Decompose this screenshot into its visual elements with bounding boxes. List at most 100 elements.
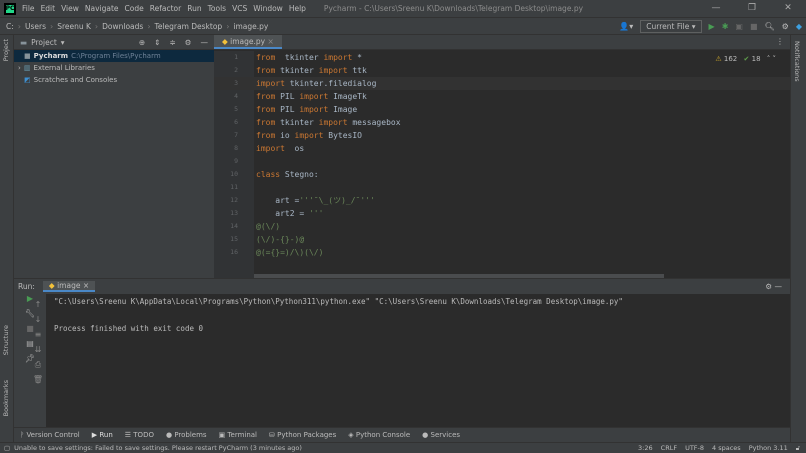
tool-window-icon: ⛁ xyxy=(269,431,278,439)
inspections-widget[interactable]: ⚠ 162 ✔ 18 ˄ ˅ xyxy=(715,55,776,63)
code-token: * xyxy=(352,53,362,62)
tool-window-terminal[interactable]: ▣ Terminal xyxy=(219,431,257,439)
structure-tool-button[interactable]: Structure xyxy=(2,325,10,355)
code-line[interactable]: 12 art ='''¯\_(ツ)_/¯''' xyxy=(214,194,790,207)
breadcrumb-item[interactable]: Sreenu K xyxy=(57,22,91,31)
search-icon[interactable]: 🔍︎ xyxy=(765,22,775,31)
up-arrow-icon[interactable]: ↑ xyxy=(32,297,44,312)
code-token: PIL xyxy=(275,92,300,101)
code-line[interactable]: 6 from tkinter import messagebox xyxy=(214,116,790,129)
tool-window-python-console[interactable]: ◈ Python Console xyxy=(348,431,410,439)
menu-refactor[interactable]: Refactor xyxy=(150,4,181,13)
maximize-button[interactable]: ❐ xyxy=(734,0,770,17)
tool-window-services[interactable]: ● Services xyxy=(422,431,460,439)
code-line[interactable]: 4 from PIL import ImageTk xyxy=(214,90,790,103)
gear-icon[interactable]: ⚙ xyxy=(185,38,192,47)
code-line[interactable]: 13 art2 = ''' xyxy=(214,207,790,220)
code-line[interactable]: 9 xyxy=(214,155,790,168)
gear-icon[interactable]: ⚙ — xyxy=(765,282,790,291)
breadcrumb-item[interactable]: Users xyxy=(25,22,46,31)
code-line[interactable]: 2 from tkinter import ttk xyxy=(214,64,790,77)
close-tab-icon[interactable]: × xyxy=(268,37,274,46)
code-line[interactable]: 7 from io import BytesIO xyxy=(214,129,790,142)
minimize-button[interactable]: — xyxy=(698,0,734,17)
tool-window-label: Python Console xyxy=(355,431,411,439)
run-config-select[interactable]: Current File ▾ xyxy=(640,20,702,33)
line-separator[interactable]: CRLF xyxy=(661,444,677,453)
breadcrumb-item[interactable]: Downloads xyxy=(102,22,143,31)
more-icon[interactable]: ⋮ xyxy=(776,35,790,49)
trash-icon[interactable]: 🗑︎ xyxy=(32,372,44,387)
menu-edit[interactable]: Edit xyxy=(41,4,56,13)
tab-image-py[interactable]: ◆ image.py × xyxy=(214,35,282,49)
tool-window-todo[interactable]: ☰ TODO xyxy=(125,431,154,439)
chevron-right-icon[interactable]: › xyxy=(18,64,21,72)
code-line[interactable]: 15 (\/)-{}-)@ xyxy=(214,233,790,246)
hide-icon[interactable]: — xyxy=(201,38,209,47)
code-line[interactable]: 1 from tkinter import * xyxy=(214,51,790,64)
lock-icon[interactable]: 🔓︎ xyxy=(796,444,800,453)
down-arrow-icon[interactable]: ↓ xyxy=(32,312,44,327)
project-view-select[interactable]: Project xyxy=(31,38,57,47)
library-icon: ▥ xyxy=(23,64,31,72)
menu-tools[interactable]: Tools xyxy=(208,4,226,13)
tree-item-pycharm[interactable]: ■ Pycharm C:\Program Files\Pycharm xyxy=(14,50,214,62)
breadcrumb-item[interactable]: Telegram Desktop xyxy=(155,22,223,31)
tool-window-run[interactable]: ▶ Run xyxy=(92,431,113,439)
code-line[interactable]: 8 import os xyxy=(214,142,790,155)
bookmarks-tool-button[interactable]: Bookmarks xyxy=(2,380,10,416)
interpreter[interactable]: Python 3.11 xyxy=(749,444,788,453)
close-button[interactable]: ✕ xyxy=(770,0,806,17)
caret-position[interactable]: 3:26 xyxy=(638,444,653,453)
collapse-all-icon[interactable]: ≑ xyxy=(169,38,175,47)
line-number: 15 xyxy=(230,235,238,243)
coverage-icon[interactable]: ▣ xyxy=(735,22,743,31)
expand-all-icon[interactable]: ⇕ xyxy=(154,38,160,47)
menu-navigate[interactable]: Navigate xyxy=(85,4,119,13)
print-icon[interactable]: ⎙ xyxy=(32,357,44,372)
code-line[interactable]: 5 from PIL import Image xyxy=(214,103,790,116)
status-message[interactable]: Unable to save settings: Failed to save … xyxy=(14,444,302,452)
tree-item-external-libraries[interactable]: › ▥ External Libraries xyxy=(14,62,214,74)
menu-vcs[interactable]: VCS xyxy=(232,4,247,13)
code-line[interactable]: 14 @(\/) xyxy=(214,220,790,233)
run-tab-image[interactable]: ◆ image × xyxy=(42,281,96,292)
menu-file[interactable]: File xyxy=(22,4,35,13)
code-line[interactable]: 3 import tkinter.filedialog xyxy=(214,77,790,90)
run-panel: Run: ◆ image × ⚙ — ▶ 🔧︎ ■ ▤ 📌︎ ↑ ↓ ≡ ⇊ ⎙… xyxy=(14,278,790,428)
breadcrumb: Users › Sreenu K › Downloads › Telegram Deskto… xyxy=(25,22,272,31)
code-line[interactable]: 11 xyxy=(214,181,790,194)
file-encoding[interactable]: UTF-8 xyxy=(685,444,704,453)
menu-bar: File Edit View Navigate Code Refactor Run Tools… xyxy=(22,4,312,13)
line-number: 8 xyxy=(234,144,238,152)
breadcrumb-separator: › xyxy=(94,21,99,31)
tree-item-scratches[interactable]: ◩ Scratches and Consoles xyxy=(14,74,214,86)
code-token: import xyxy=(323,53,353,62)
menu-help[interactable]: Help xyxy=(289,4,306,13)
soft-wrap-icon[interactable]: ≡ xyxy=(32,327,44,342)
tool-window-python-packages[interactable]: ⛁ Python Packages xyxy=(269,431,336,439)
indent-setting[interactable]: 4 spaces xyxy=(712,444,741,453)
run-icon[interactable]: ▶ xyxy=(709,22,715,31)
code-line[interactable]: 10 class Stegno: xyxy=(214,168,790,181)
locate-icon[interactable]: ⊕ xyxy=(139,38,145,47)
tool-window-version-control[interactable]: ᚹ Version Control xyxy=(20,431,80,439)
stop-icon[interactable]: ■ xyxy=(750,22,758,31)
breadcrumb-item[interactable]: image.py xyxy=(233,22,268,31)
code-line[interactable]: 16 @(={}=)/\)(\/) xyxy=(214,246,790,259)
menu-view[interactable]: View xyxy=(61,4,79,13)
scroll-end-icon[interactable]: ⇊ xyxy=(32,342,44,357)
menu-window[interactable]: Window xyxy=(253,4,283,13)
project-tool-button[interactable]: Project xyxy=(2,39,10,61)
menu-code[interactable]: Code xyxy=(125,4,144,13)
updates-icon[interactable]: ◆ xyxy=(796,22,802,31)
code-token: tkinter.filedialog xyxy=(284,79,377,88)
account-icon[interactable]: 👤▾ xyxy=(619,22,633,31)
line-number: 10 xyxy=(230,170,238,178)
notifications-tool-button[interactable]: Notifications xyxy=(793,41,801,82)
menu-run[interactable]: Run xyxy=(187,4,201,13)
tool-window-problems[interactable]: ● Problems xyxy=(166,431,207,439)
debug-icon[interactable]: ✱ xyxy=(722,22,729,31)
code-editor[interactable]: ◆ image.py × ⋮ 1 from tkinter import * 2 fr… xyxy=(214,35,790,278)
gear-icon[interactable]: ⚙ xyxy=(782,22,789,31)
